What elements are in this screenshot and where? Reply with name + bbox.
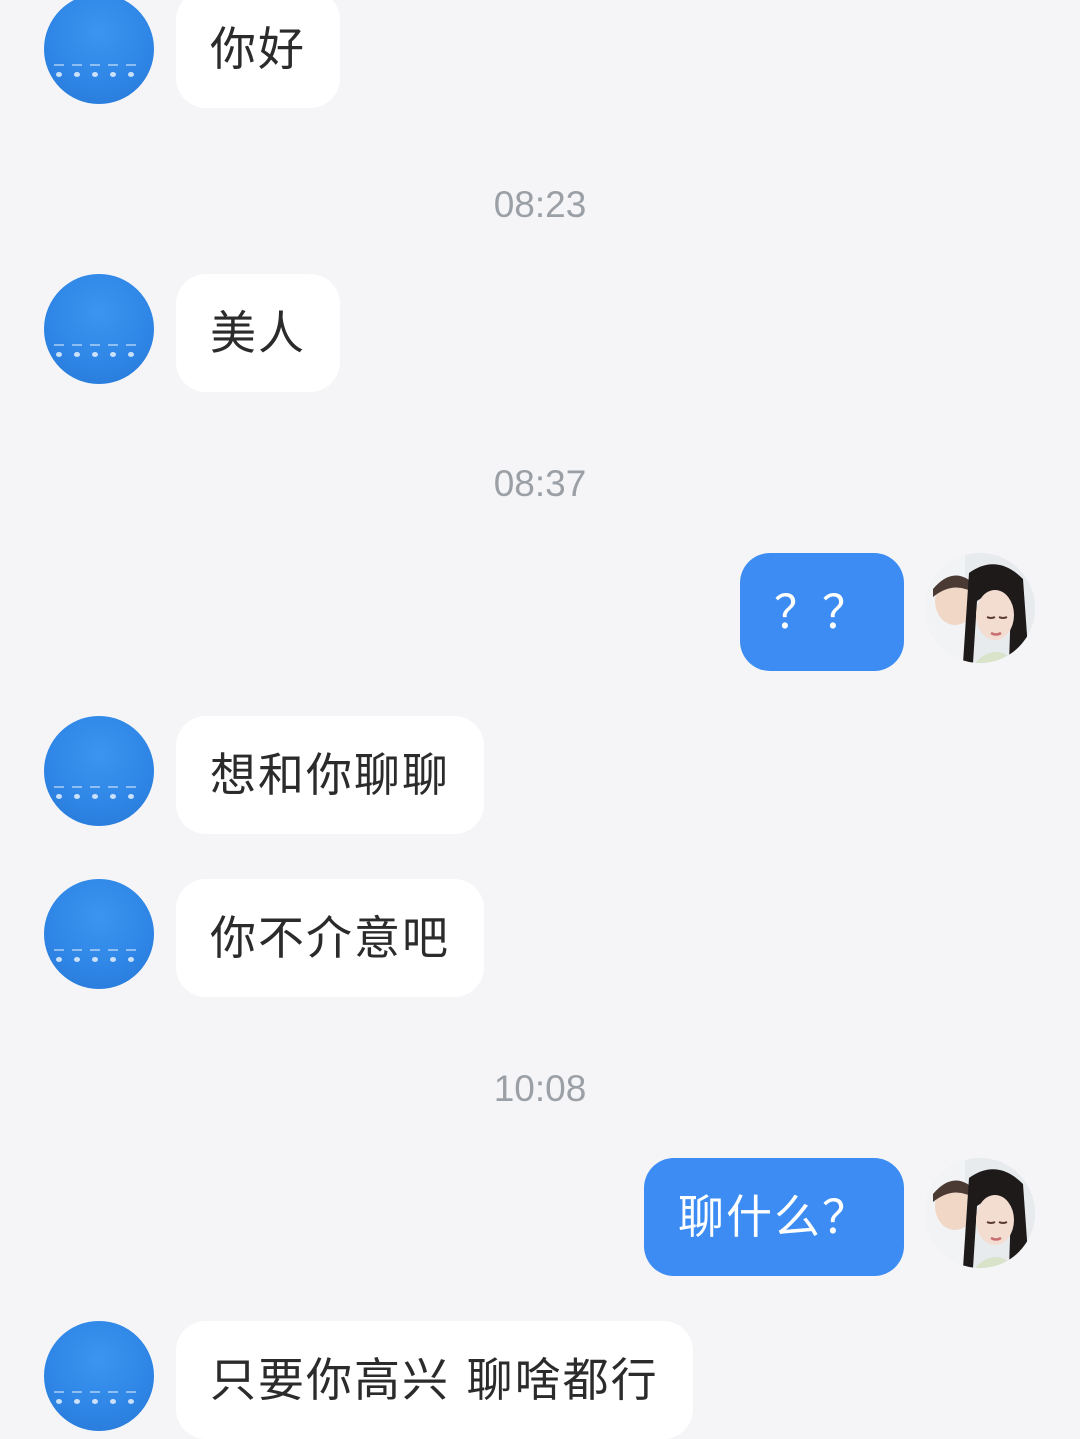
message-text: 你好 xyxy=(210,22,306,76)
message-text: 聊什么？ xyxy=(678,1190,870,1244)
message-row-incoming: 只要你高兴 聊啥都行 xyxy=(0,1321,1080,1439)
message-text: 只要你高兴 聊啥都行 xyxy=(210,1353,659,1407)
contact-avatar-icon[interactable] xyxy=(44,879,154,989)
message-text: 你不介意吧 xyxy=(210,911,450,965)
contact-avatar-icon[interactable] xyxy=(44,1321,154,1431)
message-row-incoming: 美人 xyxy=(0,274,1080,394)
message-row-incoming: 想和你聊聊 xyxy=(0,716,1080,836)
message-bubble[interactable]: 想和你聊聊 xyxy=(176,716,484,834)
contact-avatar-icon[interactable] xyxy=(44,716,154,826)
message-bubble[interactable]: 聊什么？ xyxy=(644,1158,904,1276)
message-row-outgoing: ？？ xyxy=(0,553,1080,673)
self-avatar-icon[interactable] xyxy=(925,553,1035,663)
message-text: ？？ xyxy=(774,585,870,639)
message-bubble[interactable]: ？？ xyxy=(740,553,904,671)
user-photo-icon xyxy=(925,1158,1035,1268)
self-avatar-icon[interactable] xyxy=(925,1158,1035,1268)
message-text: 美人 xyxy=(210,306,306,360)
message-row-incoming: 你不介意吧 xyxy=(0,879,1080,999)
message-row-outgoing: 聊什么？ xyxy=(0,1158,1080,1278)
timestamp: 08:23 xyxy=(493,184,587,225)
contact-avatar-icon[interactable] xyxy=(44,274,154,384)
user-photo-icon xyxy=(925,553,1035,663)
message-bubble[interactable]: 你不介意吧 xyxy=(176,879,484,997)
message-text: 想和你聊聊 xyxy=(210,748,450,802)
message-bubble[interactable]: 你好 xyxy=(176,0,340,108)
timestamp: 08:37 xyxy=(493,463,587,504)
timestamp: 10:08 xyxy=(493,1068,587,1109)
contact-avatar-icon[interactable] xyxy=(44,0,154,104)
message-bubble[interactable]: 只要你高兴 聊啥都行 xyxy=(176,1321,693,1439)
message-row-incoming: 你好 xyxy=(0,0,1080,114)
message-bubble[interactable]: 美人 xyxy=(176,274,340,392)
